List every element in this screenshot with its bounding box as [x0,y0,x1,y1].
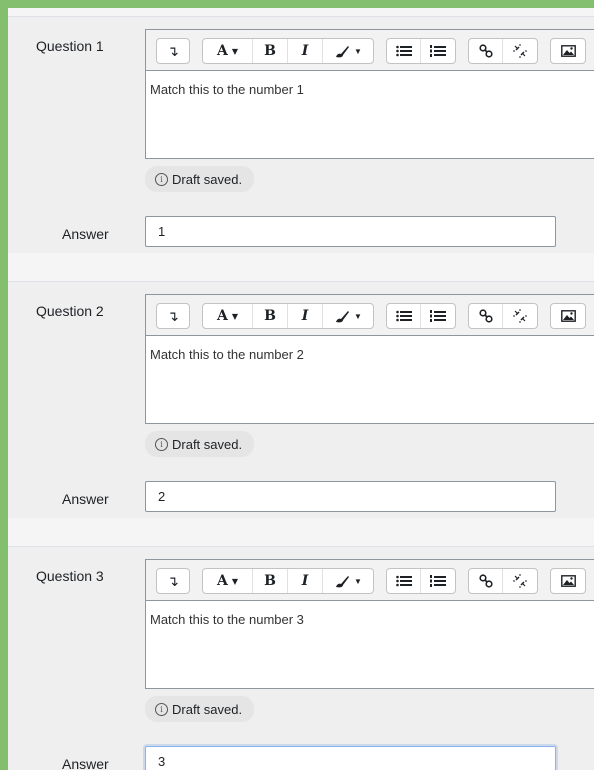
italic-icon[interactable]: I [288,569,323,593]
chevron-down-icon: ▼ [231,576,239,586]
answer-label: Answer [62,756,109,770]
unlink-icon[interactable] [503,39,537,63]
font-style-button[interactable]: A ▼ [203,569,253,593]
answer-input[interactable] [145,481,556,512]
show-more-buttons-icon[interactable]: ↴ [157,569,189,593]
draft-status: i Draft saved. [145,166,255,192]
section-separator [8,253,594,281]
answer-label: Answer [62,226,109,242]
unordered-list-icon[interactable] [387,39,421,63]
editor-toolbar: ↴ A ▼ B I ▼ [146,295,594,336]
question-editor[interactable]: ↴ A ▼ B I ▼ [145,29,594,159]
chevron-down-icon: ▼ [354,46,362,56]
answer-input[interactable] [145,216,556,247]
bold-icon[interactable]: B [253,39,288,63]
editor-toolbar: ↴ A ▼ B I ▼ [146,30,594,71]
bold-icon[interactable]: B [253,569,288,593]
question-block: Question 3 ↴ A ▼ B I ▼ Match this to the… [8,546,594,770]
question-label: Question 2 [36,303,104,319]
italic-icon[interactable]: I [288,39,323,63]
link-icon[interactable] [469,304,503,328]
question-text[interactable]: Match this to the number 1 [150,82,304,97]
question-block: Question 1 ↴ A ▼ B I ▼ Match this to the… [8,16,594,254]
show-more-buttons-icon[interactable]: ↴ [157,304,189,328]
matching-questions-panel: Question 1 ↴ A ▼ B I ▼ Match this to the… [0,0,594,770]
info-icon: i [155,172,168,186]
link-icon[interactable] [469,39,503,63]
italic-icon[interactable]: I [288,304,323,328]
draft-status: i Draft saved. [145,431,255,457]
question-text[interactable]: Match this to the number 3 [150,612,304,627]
paint-brush-button[interactable]: ▼ [323,39,373,63]
ordered-list-icon[interactable] [421,304,455,328]
unlink-icon[interactable] [503,304,537,328]
unordered-list-icon[interactable] [387,569,421,593]
font-style-button[interactable]: A ▼ [203,39,253,63]
image-icon[interactable] [551,304,585,328]
question-editor[interactable]: ↴ A ▼ B I ▼ [145,294,594,424]
paint-brush-icon [334,574,350,588]
paint-brush-icon [334,44,350,58]
ordered-list-icon[interactable] [421,569,455,593]
unlink-icon[interactable] [503,569,537,593]
info-icon: i [155,437,168,451]
question-text[interactable]: Match this to the number 2 [150,347,304,362]
chevron-down-icon: ▼ [354,576,362,586]
image-icon[interactable] [551,39,585,63]
font-style-button[interactable]: A ▼ [203,304,253,328]
paint-brush-icon [334,309,350,323]
question-label: Question 3 [36,568,104,584]
chevron-down-icon: ▼ [231,46,239,56]
question-block: Question 2 ↴ A ▼ B I ▼ Match this to the… [8,281,594,519]
paint-brush-button[interactable]: ▼ [323,304,373,328]
paint-brush-button[interactable]: ▼ [323,569,373,593]
answer-input[interactable] [145,746,556,770]
unordered-list-icon[interactable] [387,304,421,328]
link-icon[interactable] [469,569,503,593]
image-icon[interactable] [551,569,585,593]
bold-icon[interactable]: B [253,304,288,328]
answer-label: Answer [62,491,109,507]
info-icon: i [155,702,168,716]
show-more-buttons-icon[interactable]: ↴ [157,39,189,63]
question-editor[interactable]: ↴ A ▼ B I ▼ [145,559,594,689]
chevron-down-icon: ▼ [354,311,362,321]
ordered-list-icon[interactable] [421,39,455,63]
question-label: Question 1 [36,38,104,54]
chevron-down-icon: ▼ [231,311,239,321]
draft-status: i Draft saved. [145,696,255,722]
editor-toolbar: ↴ A ▼ B I ▼ [146,560,594,601]
section-separator [8,518,594,546]
